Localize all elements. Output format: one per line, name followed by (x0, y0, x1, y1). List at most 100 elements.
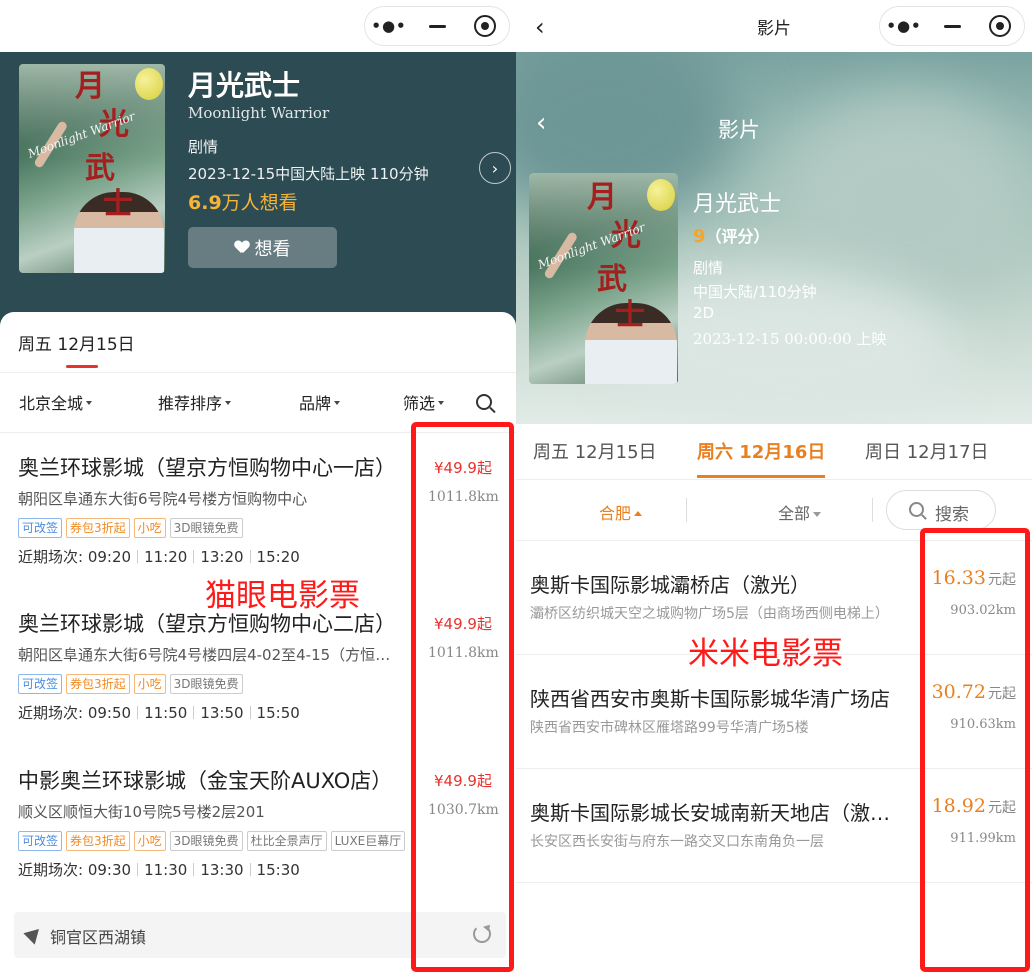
divider (686, 498, 687, 522)
tag-snack: 小吃 (133, 831, 166, 851)
poster-title-char: 月 (75, 69, 105, 104)
want-button-label: 想看 (254, 238, 291, 260)
tag-dolby-atmos: 杜比全景声厅 (246, 831, 327, 851)
showtime: 09:20 (87, 548, 132, 566)
divider (872, 498, 873, 522)
refresh-icon[interactable] (473, 925, 491, 943)
hero-title: 影片 (718, 118, 760, 142)
minimize-icon[interactable] (413, 7, 461, 45)
movie-title: 月光武士 (188, 69, 301, 102)
maoyan-panel: •●• 月 光 武 士 Moonlight Warrior 月光武士 Moonl… (0, 0, 516, 973)
mini-program-capsule: •●• (879, 6, 1025, 46)
movie-genre: 剧情 (188, 138, 219, 156)
target-close-icon[interactable] (461, 7, 509, 45)
want-count: 6.9万人想看 (188, 188, 298, 215)
movie-poster[interactable]: 月 光 武 士 Moonlight Warrior (529, 173, 678, 384)
movie-release: 2023-12-15 00:00:00 上映 (693, 330, 887, 348)
chevron-right-icon[interactable]: › (479, 152, 511, 184)
cinema-item[interactable]: 奥斯卡国际影城长安城南新天地店（激光） 长安区西长安街与府东一路交叉口东南角负一… (516, 769, 1032, 883)
poster-title-char: 武 (85, 151, 115, 186)
price-number: 18.92 (931, 795, 986, 817)
heart-icon (235, 241, 249, 254)
search-label: 搜索 (935, 505, 969, 525)
tag-coupon: 券包3折起 (66, 518, 130, 538)
tag-coupon: 券包3折起 (66, 674, 130, 694)
want-count-number: 6.9 (188, 192, 222, 214)
annotation-label-mimi: 米米电影票 (688, 636, 843, 672)
location-bar[interactable]: 铜官区西湖镇 (14, 912, 506, 958)
mini-program-capsule: •●• (364, 6, 510, 46)
cinema-address: 灞桥区纺织城天空之城购物广场5层（由商场西侧电梯上） (530, 606, 889, 622)
date-tab[interactable]: 周五 12月15日 (533, 438, 657, 464)
chevron-down-icon (813, 512, 822, 517)
chevron-down-icon (438, 401, 445, 405)
showtime: 15:30 (256, 861, 300, 879)
tag-refundable: 可改签 (18, 831, 63, 851)
cinema-price: ¥49.9起 (434, 615, 492, 633)
date-tab-underline (697, 475, 825, 478)
cinema-name: 奥兰环球影城（望京方恒购物中心一店） (18, 456, 396, 480)
tag-coupon: 券包3折起 (66, 831, 130, 851)
cinema-name: 奥斯卡国际影城长安城南新天地店（激光） (530, 801, 900, 825)
showtime: 15:20 (256, 548, 300, 566)
tag-refundable: 可改签 (18, 518, 63, 538)
date-tab-selected[interactable]: 周五 12月15日 (18, 330, 135, 355)
location-arrow-icon (23, 923, 45, 945)
score-suffix: （评分） (705, 227, 770, 246)
cinema-price: ¥49.9起 (434, 459, 492, 477)
movie-score: 9（评分） (693, 223, 770, 247)
cinema-distance: 1011.8km (428, 489, 499, 505)
showtime: 13:30 (200, 861, 244, 879)
city-filter[interactable]: 合肥 (599, 500, 643, 524)
target-close-icon[interactable] (976, 7, 1024, 45)
tag-3d-glasses: 3D眼镜免费 (169, 518, 243, 538)
date-tab-underline (66, 365, 98, 368)
more-dots-icon[interactable]: •●• (880, 7, 928, 45)
cinema-distance: 910.63km (950, 717, 1016, 732)
showtimes-label: 近期场次: (18, 861, 84, 879)
more-dots-icon[interactable]: •●• (365, 7, 413, 45)
chevron-down-icon (86, 401, 93, 405)
search-icon[interactable] (476, 394, 492, 410)
price-number: 30.72 (931, 681, 986, 703)
movie-release: 2023-12-15中国大陆上映 110分钟 (188, 165, 429, 183)
movie-poster[interactable]: 月 光 武 士 Moonlight Warrior (19, 64, 165, 273)
cinema-name: 奥斯卡国际影城灞桥店（激光） (530, 573, 810, 597)
filter-label: 北京全城 (19, 394, 84, 413)
want-to-see-button[interactable]: 想看 (188, 227, 337, 268)
cinema-item[interactable]: 奥兰环球影城（望京方恒购物中心二店） ¥49.9起 朝阳区阜通东大街6号院4号楼… (0, 608, 516, 758)
search-icon (909, 502, 924, 517)
filter-brand[interactable]: 品牌 (299, 390, 341, 414)
chevron-down-icon (334, 401, 341, 405)
cinema-distance: 903.02km (950, 603, 1016, 618)
date-tab[interactable]: 周日 12月17日 (865, 438, 989, 464)
showtime: 11:50 (144, 704, 188, 722)
showtime: 15:50 (256, 704, 300, 722)
search-input[interactable]: 搜索 (886, 490, 996, 530)
city-filter-label: 合肥 (599, 504, 632, 523)
cinema-price: 18.92 元起 (932, 795, 1016, 817)
movie-region-duration: 中国大陆/110分钟 (693, 283, 817, 301)
all-filter[interactable]: 全部 (778, 500, 822, 524)
cinema-price: ¥49.9起 (434, 772, 492, 790)
cinema-address: 朝阳区阜通东大街6号院4号楼方恒购物中心 (18, 490, 308, 508)
showtime: 13:50 (200, 704, 244, 722)
filter-label: 筛选 (403, 394, 436, 413)
date-tab-active[interactable]: 周六 12月16日 (697, 438, 825, 464)
showtime: 13:20 (200, 548, 244, 566)
cinema-showtimes: 近期场次: 09:30 11:30 13:30 15:30 (18, 859, 300, 880)
cinema-price: 30.72 元起 (932, 681, 1016, 703)
cinema-tags: 可改签 券包3折起 小吃 3D眼镜免费 (18, 674, 243, 694)
showtimes-label: 近期场次: (18, 548, 84, 566)
cinema-item[interactable]: 中影奥兰环球影城（金宝天阶AUXO店） ¥49.9起 顺义区顺恒大街10号院5号… (0, 765, 516, 915)
filter-more[interactable]: 筛选 (403, 390, 445, 414)
chevron-down-icon (225, 401, 232, 405)
price-unit: 元起 (988, 572, 1016, 588)
all-filter-label: 全部 (778, 504, 811, 523)
price-unit: 元起 (988, 686, 1016, 702)
cinema-name: 中影奥兰环球影城（金宝天阶AUXO店） (18, 769, 393, 793)
filter-region[interactable]: 北京全城 (19, 390, 93, 414)
filter-sort[interactable]: 推荐排序 (158, 390, 232, 414)
minimize-icon[interactable] (928, 7, 976, 45)
filter-bar: 北京全城 推荐排序 品牌 筛选 (0, 390, 516, 416)
